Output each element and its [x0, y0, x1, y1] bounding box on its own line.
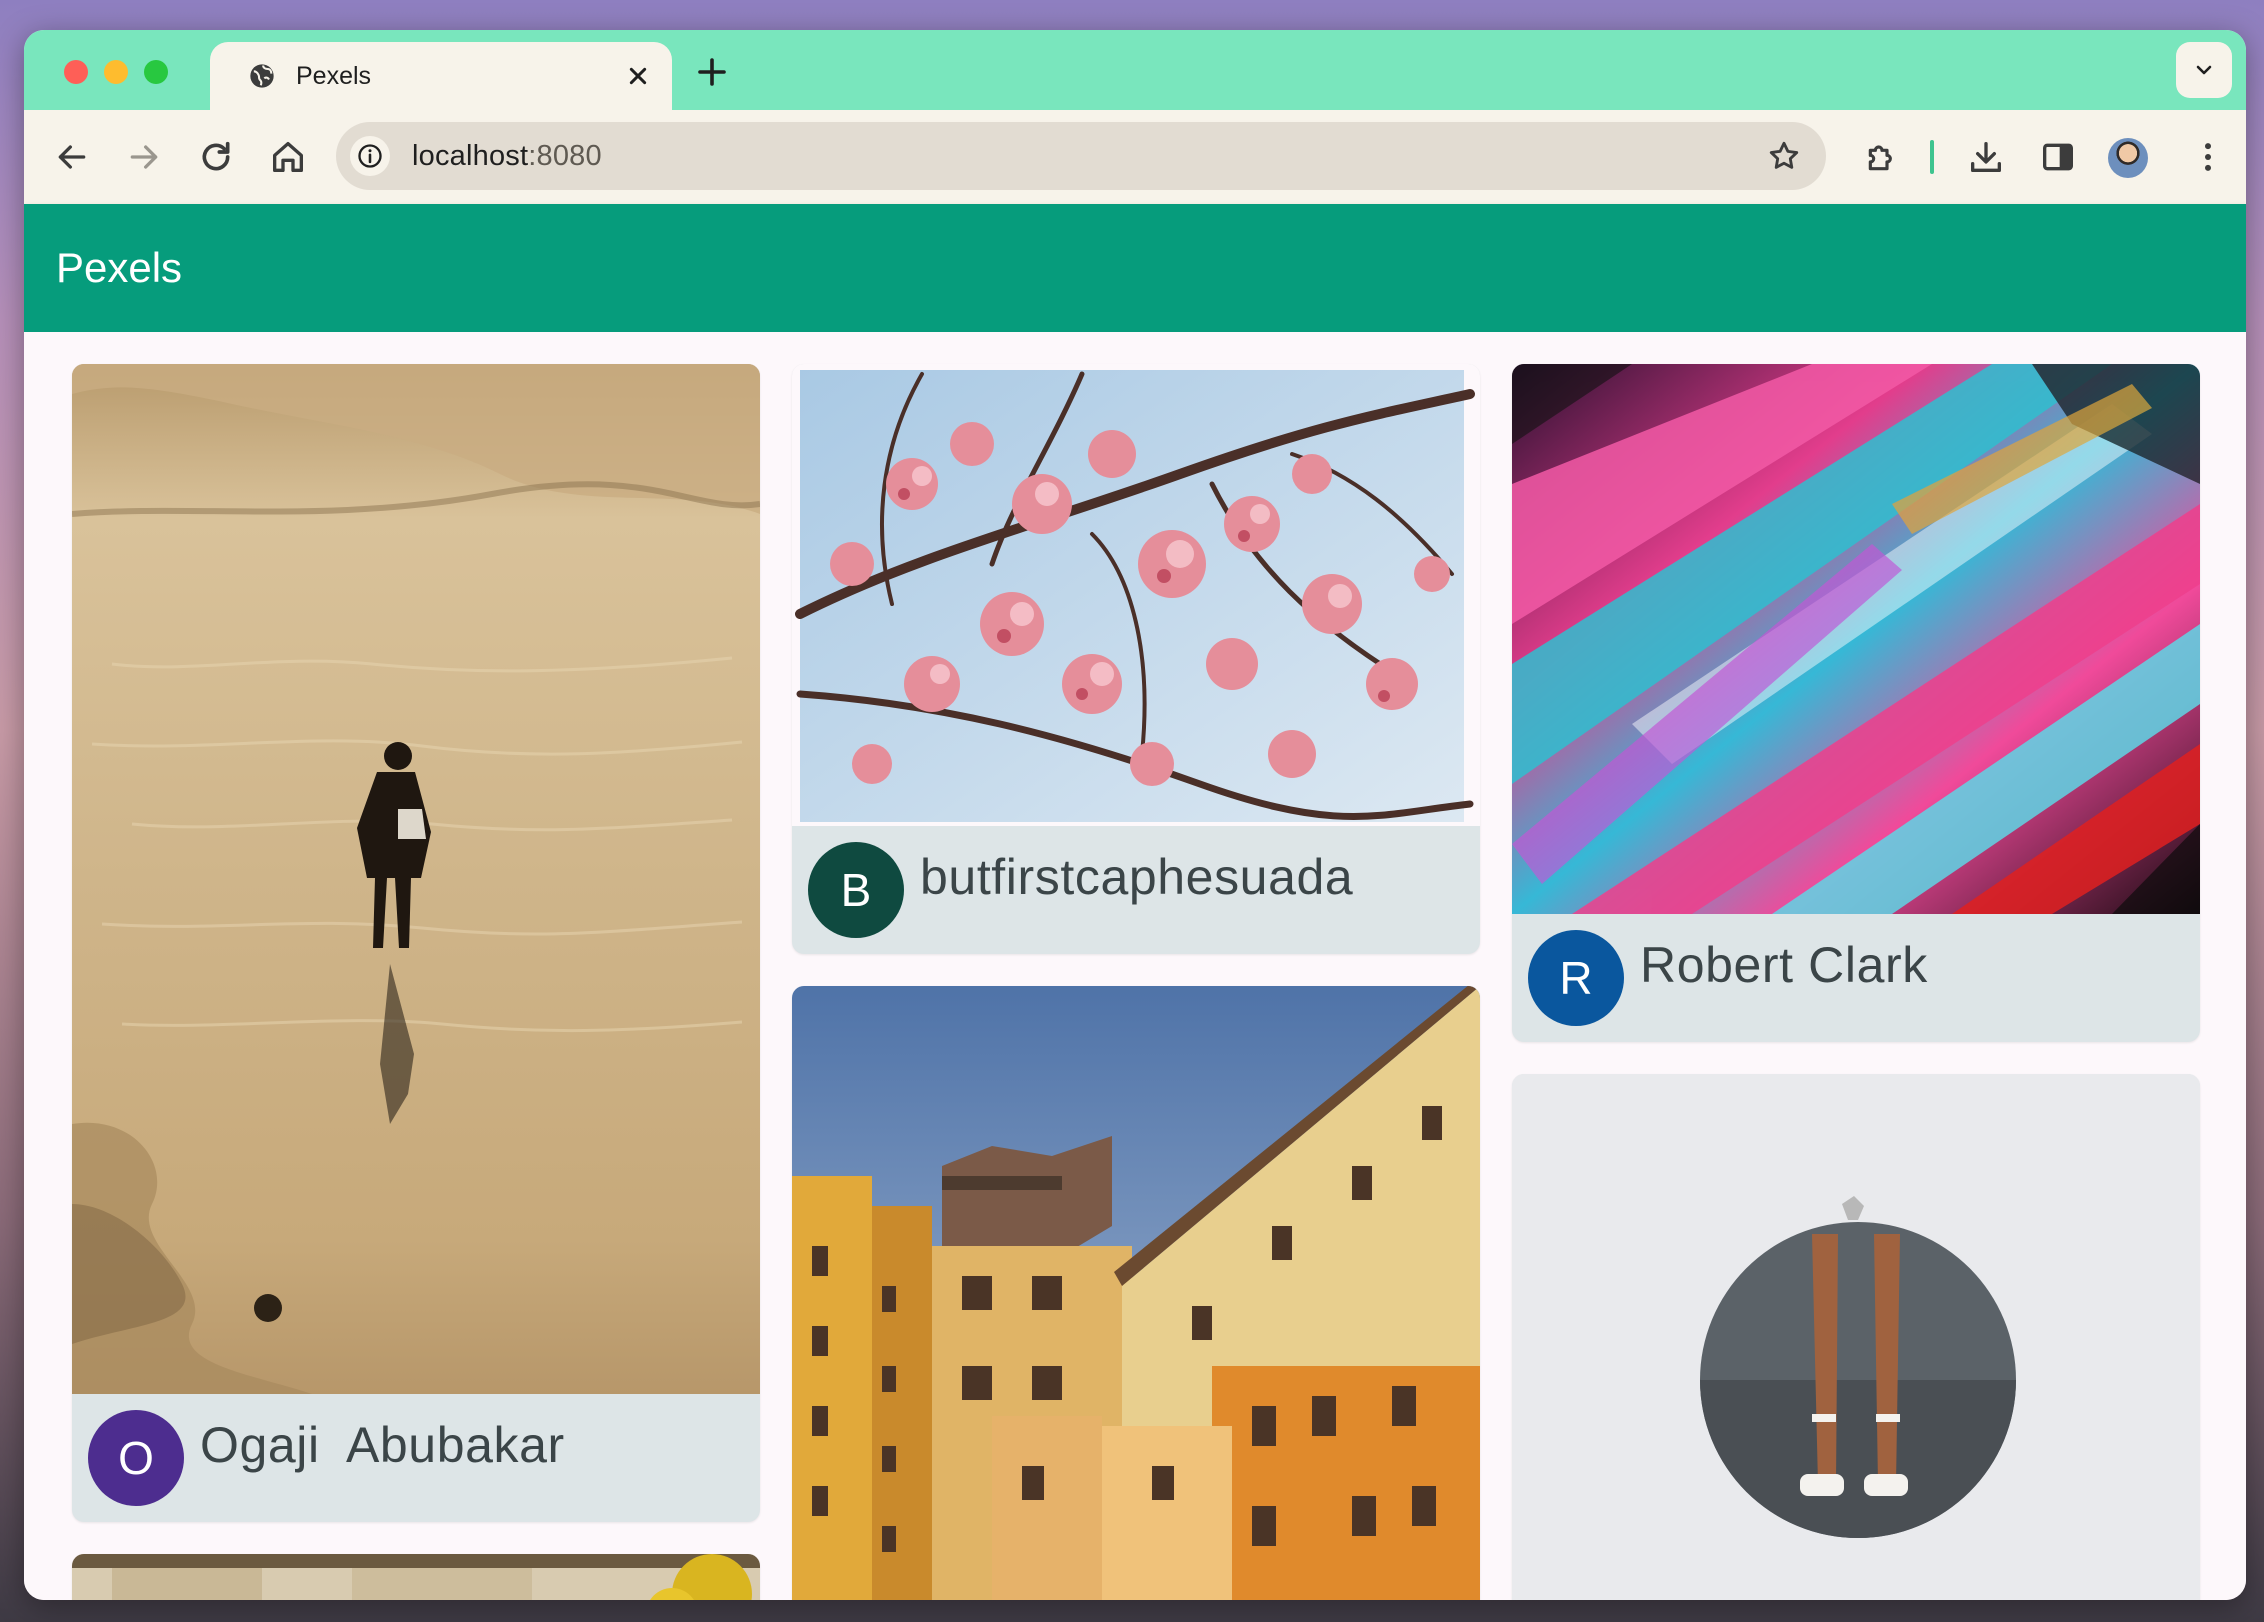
arrow-right-icon[interactable] [124, 137, 164, 177]
author-name: butfirstcaphesuada [920, 849, 1354, 905]
url-text: localhost:8080 [412, 140, 602, 173]
app-bar: Pexels [24, 204, 2246, 332]
author-name: Ogaji Abubakar [200, 1417, 565, 1473]
site-info-button[interactable] [350, 136, 390, 176]
photo-image [72, 1554, 760, 1600]
photo-image [792, 986, 1480, 1600]
photo-card[interactable]: B butfirstcaphesuada [792, 364, 1480, 954]
photo-image [1512, 1074, 2200, 1600]
download-icon[interactable] [1966, 137, 2006, 177]
photo-card[interactable]: R Robert Clark [1512, 364, 2200, 1042]
maximize-window-button[interactable] [144, 60, 168, 84]
tab-title: Pexels [296, 62, 372, 90]
tab-strip: Pexels [24, 30, 2246, 110]
photo-image [1512, 364, 2200, 914]
minimize-window-button[interactable] [104, 60, 128, 84]
side-panel-icon[interactable] [2038, 137, 2078, 177]
url-port: :8080 [528, 140, 602, 172]
avatar[interactable] [2108, 138, 2148, 178]
photo-grid[interactable]: O Ogaji Abubakar B butfirstcaphesuada R … [24, 332, 2246, 1600]
arrow-left-icon[interactable] [52, 137, 92, 177]
address-bar[interactable]: localhost:8080 [336, 122, 1826, 190]
kebab-menu-icon[interactable] [2188, 137, 2228, 177]
toolbar-divider [1930, 140, 1934, 174]
app-title: Pexels [56, 244, 183, 291]
home-icon[interactable] [268, 137, 308, 177]
author-avatar: O [88, 1410, 184, 1506]
photo-card[interactable] [1512, 1074, 2200, 1600]
browser-tab[interactable]: Pexels [210, 42, 672, 110]
close-icon[interactable] [622, 60, 654, 92]
photo-image [72, 364, 760, 1394]
url-host: localhost [412, 140, 529, 172]
star-icon[interactable] [1766, 138, 1802, 174]
puzzle-icon[interactable] [1862, 137, 1902, 177]
photo-card[interactable]: O Ogaji Abubakar [72, 364, 760, 1522]
reload-icon[interactable] [196, 137, 236, 177]
globe-icon [250, 64, 274, 88]
tab-search-button[interactable] [2176, 42, 2232, 98]
chevron-down-icon [2196, 65, 2212, 75]
author-avatar: B [808, 842, 904, 938]
info-icon [358, 144, 382, 168]
author-name: Robert Clark [1640, 937, 1928, 993]
browser-toolbar: localhost:8080 [24, 110, 2246, 204]
author-avatar: R [1528, 930, 1624, 1026]
photo-card[interactable] [792, 986, 1480, 1600]
plus-icon[interactable] [694, 54, 730, 90]
photo-image [792, 364, 1480, 826]
close-window-button[interactable] [64, 60, 88, 84]
photo-card[interactable] [72, 1554, 760, 1600]
browser-window: Pexels localhost:8080 Pexels O Ogaji Abu… [24, 30, 2246, 1600]
